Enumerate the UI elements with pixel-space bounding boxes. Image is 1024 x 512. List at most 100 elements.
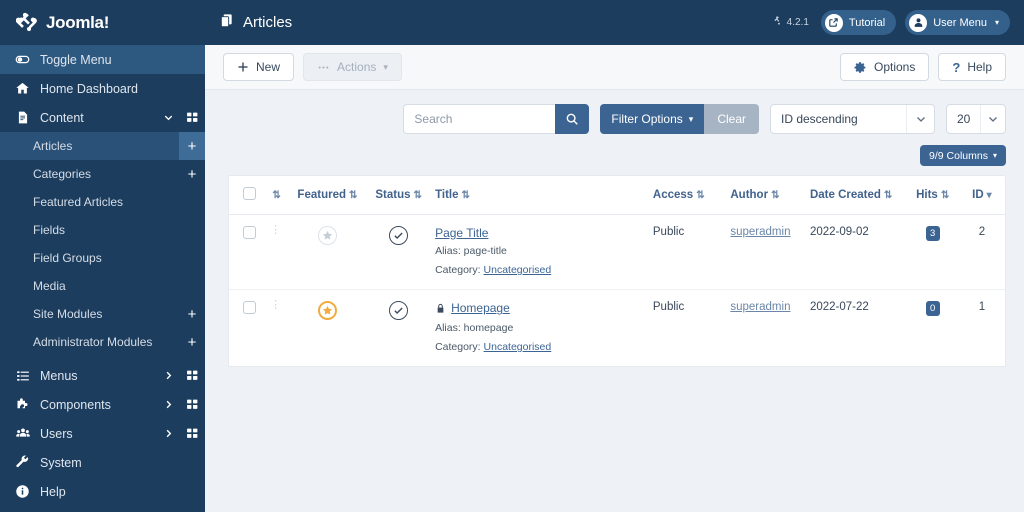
sidebar-subitem-label: Media	[33, 279, 66, 293]
clear-filters-button[interactable]: Clear	[704, 104, 759, 134]
external-link-icon	[824, 13, 843, 32]
actions-button[interactable]: Actions ▾	[303, 53, 402, 81]
row-checkbox[interactable]	[243, 226, 256, 239]
article-title-link[interactable]: Page Title	[435, 226, 488, 240]
star-outline-icon[interactable]	[317, 226, 337, 245]
category-link[interactable]: Uncategorised	[484, 341, 552, 353]
sidebar-item-featured-articles[interactable]: Featured Articles	[0, 188, 205, 216]
hits-badge: 3	[925, 226, 940, 241]
table-row[interactable]: ⋮ Page Title Alias: page-title Category:…	[229, 214, 1005, 291]
sidebar-item-users[interactable]: Users	[0, 419, 205, 448]
add-article-plus-icon[interactable]: +	[179, 132, 205, 160]
row-id-cell: 1	[978, 301, 986, 314]
drag-handle-icon[interactable]: ⋮	[265, 300, 284, 311]
joomla-mark-icon	[773, 16, 783, 29]
row-drag-cell[interactable]: ⋮	[261, 214, 289, 291]
brand-logo-area[interactable]: Joomla!	[0, 0, 205, 45]
select-all-checkbox[interactable]	[243, 187, 256, 200]
sidebar-subitem-label: Articles	[33, 139, 73, 153]
col-status[interactable]: Status ⇅	[366, 176, 432, 215]
search-input[interactable]	[403, 104, 556, 134]
grid-icon[interactable]	[179, 103, 205, 132]
grid-icon[interactable]	[179, 419, 205, 448]
sidebar-item-help[interactable]: Help	[0, 477, 205, 506]
sidebar-item-home-dashboard[interactable]: Home Dashboard	[0, 74, 205, 103]
article-title-link[interactable]: Homepage	[435, 301, 510, 315]
category-prefix: Category:	[435, 341, 484, 354]
sidebar-item-label: Home Dashboard	[40, 81, 138, 96]
sidebar-item-toggle-menu[interactable]: Toggle Menu	[0, 45, 205, 74]
col-featured[interactable]: Featured ⇅	[288, 176, 367, 215]
row-checkbox[interactable]	[243, 301, 256, 315]
sidebar-item-administrator-modules[interactable]: Administrator Modules +	[0, 328, 205, 356]
filter-bar: Filter Options ▾ Clear ID descending 20	[205, 90, 1024, 138]
chevron-down-icon: ▾	[383, 61, 388, 72]
sidebar-item-content[interactable]: Content	[0, 103, 205, 132]
lock-icon	[435, 303, 446, 314]
row-access-cell: Public	[652, 301, 685, 314]
article-category: Category: Uncategorised	[435, 263, 645, 278]
new-button[interactable]: New	[223, 53, 295, 81]
row-select-cell[interactable]	[229, 290, 261, 366]
col-author[interactable]: Author ⇅	[726, 176, 806, 215]
list-limit-select[interactable]: 20	[946, 104, 1006, 134]
sidebar-item-media[interactable]: Media	[0, 272, 205, 300]
category-link[interactable]: Uncategorised	[484, 264, 552, 276]
author-link[interactable]: superadmin	[730, 301, 790, 313]
col-access[interactable]: Access ⇅	[648, 176, 727, 215]
col-title[interactable]: Title ⇅	[431, 176, 649, 215]
tutorial-button[interactable]: Tutorial	[820, 10, 897, 35]
drag-handle-icon[interactable]: ⋮	[265, 225, 284, 236]
sidebar-item-menus[interactable]: Menus	[0, 361, 205, 390]
author-link[interactable]: superadmin	[730, 226, 790, 238]
articles-table-card: ⇅ Featured ⇅ Status ⇅ Title ⇅ Access ⇅ A…	[228, 175, 1006, 368]
sidebar-item-fields[interactable]: Fields	[0, 216, 205, 244]
grid-icon[interactable]	[179, 361, 205, 390]
options-button[interactable]: Options	[840, 53, 930, 81]
row-featured-cell[interactable]	[289, 290, 366, 366]
chevron-down-icon[interactable]	[157, 112, 179, 123]
user-menu-button[interactable]: User Menu ▾	[905, 10, 1010, 35]
chevron-right-icon[interactable]	[157, 399, 179, 410]
sidebar-item-articles[interactable]: Articles +	[0, 132, 205, 160]
sidebar-subitem-label: Categories	[33, 167, 92, 181]
add-category-plus-icon[interactable]: +	[179, 160, 205, 188]
row-status-cell[interactable]	[366, 290, 431, 366]
version-badge: 4.2.1	[773, 16, 809, 29]
row-status-cell[interactable]	[366, 214, 432, 291]
add-admin-module-plus-icon[interactable]: +	[179, 328, 205, 356]
columns-toggle-button[interactable]: 9/9 Columns ▾	[920, 145, 1006, 166]
sidebar-item-site-modules[interactable]: Site Modules +	[0, 300, 205, 328]
sidebar-item-system[interactable]: System	[0, 448, 205, 477]
page-title: Articles	[219, 13, 292, 33]
col-ordering[interactable]: ⇅	[261, 176, 289, 215]
add-site-module-plus-icon[interactable]: +	[179, 300, 205, 328]
filter-options-label: Filter Options	[611, 112, 683, 126]
row-drag-cell[interactable]: ⋮	[261, 290, 288, 366]
category-prefix: Category:	[435, 264, 484, 277]
sidebar-item-components[interactable]: Components	[0, 390, 205, 419]
chevron-right-icon[interactable]	[157, 428, 179, 439]
sort-icon: ⇅	[349, 190, 358, 201]
col-hits[interactable]: Hits ⇅	[906, 176, 959, 215]
col-id[interactable]: ID ▾	[958, 176, 1005, 215]
sidebar-item-categories[interactable]: Categories +	[0, 160, 205, 188]
table-row[interactable]: ⋮ Homepage Alias: homepage Category: Unc…	[229, 290, 1005, 366]
help-button[interactable]: ? Help	[938, 53, 1006, 81]
chevron-right-icon[interactable]	[157, 370, 179, 381]
col-select-all[interactable]	[229, 176, 262, 215]
star-filled-icon[interactable]	[317, 301, 337, 321]
article-title-text: Homepage	[451, 301, 510, 316]
filter-options-button[interactable]: Filter Options ▾	[600, 104, 705, 134]
ordering-select[interactable]: ID descending	[770, 104, 935, 134]
sort-icon: ⇅	[883, 190, 893, 201]
check-circle-icon[interactable]	[389, 226, 409, 245]
list-icon	[14, 368, 31, 384]
search-button[interactable]	[555, 104, 590, 134]
row-select-cell[interactable]	[229, 214, 262, 291]
row-featured-cell[interactable]	[288, 214, 367, 291]
grid-icon[interactable]	[179, 390, 205, 419]
check-circle-icon[interactable]	[389, 301, 409, 321]
sidebar-item-field-groups[interactable]: Field Groups	[0, 244, 205, 272]
col-date-created[interactable]: Date Created ⇅	[805, 176, 907, 215]
